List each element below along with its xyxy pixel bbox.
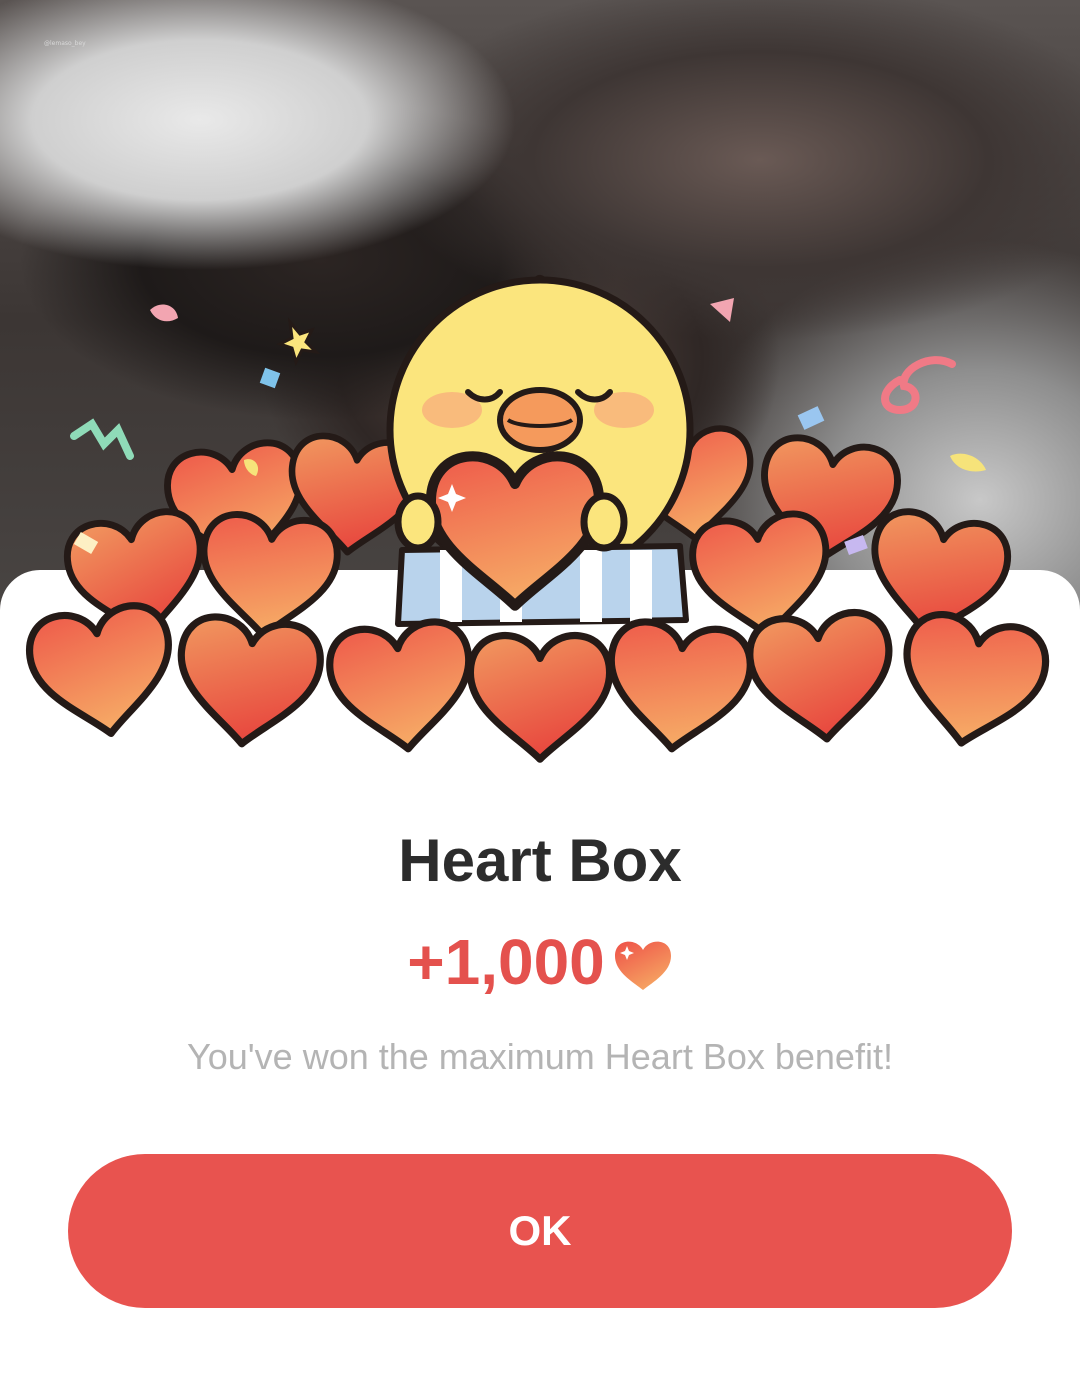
heart-box-screen: @lemaso_bey Heart Box +1,000 You've won … [0, 0, 1080, 1378]
reward-message: You've won the maximum Heart Box benefit… [187, 1036, 893, 1077]
reward-amount: +1,000 [407, 926, 605, 998]
dialog-title: Heart Box [398, 827, 682, 894]
ok-button[interactable]: OK [68, 1154, 1012, 1308]
heart-icon [614, 941, 671, 990]
heart-box-illustration [0, 275, 1080, 780]
reward-row: +1,000 [0, 922, 1080, 1002]
watermark: @lemaso_bey [44, 40, 86, 47]
ok-button-label: OK [508, 1207, 572, 1254]
